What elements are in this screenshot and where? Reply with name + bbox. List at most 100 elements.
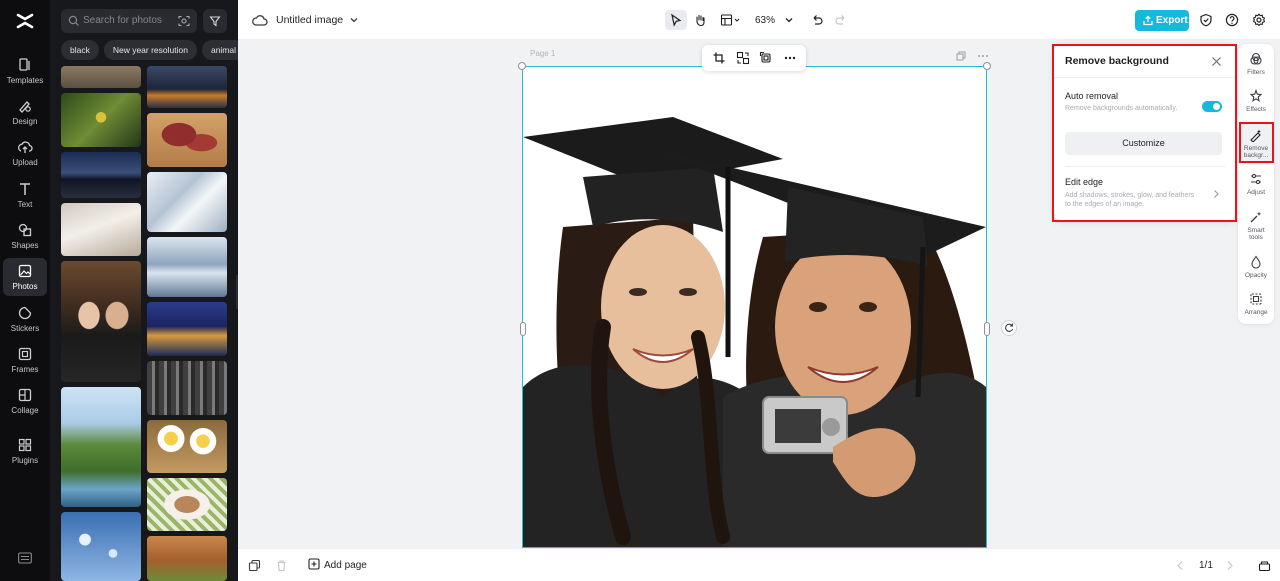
duplicate-icon[interactable]	[248, 559, 261, 572]
photo-thumbnail[interactable]	[147, 113, 227, 167]
replace-image-icon[interactable]	[736, 51, 750, 65]
add-page-button[interactable]: Add page	[308, 558, 367, 571]
rail-item-frames[interactable]: Frames	[3, 341, 47, 379]
resize-handle-top-right[interactable]	[983, 62, 991, 70]
shield-icon[interactable]	[1199, 13, 1213, 27]
highlight-box-remove-background-tool	[1239, 122, 1274, 163]
filter-icon	[209, 16, 221, 27]
chip-new-year-resolution[interactable]: New year resolution	[103, 40, 197, 60]
photo-thumbnail[interactable]	[61, 152, 141, 198]
crop-icon[interactable]	[712, 51, 726, 65]
export-button[interactable]: Export	[1135, 10, 1189, 31]
stickers-icon	[18, 306, 32, 320]
templates-icon	[19, 58, 30, 71]
photo-thumbnail[interactable]	[61, 261, 141, 382]
tool-effects[interactable]: Effects	[1238, 89, 1274, 113]
add-page-icon	[308, 558, 320, 570]
photo-thumbnail[interactable]	[147, 361, 227, 415]
photo-thumbnail[interactable]	[61, 66, 141, 88]
photos-icon	[18, 264, 32, 278]
resize-handle-top-left[interactable]	[518, 62, 526, 70]
undo-icon[interactable]	[810, 13, 824, 27]
page-label: Page 1	[530, 49, 556, 58]
photo-thumbnail[interactable]	[147, 237, 227, 297]
design-icon	[19, 101, 31, 113]
zoom-level[interactable]: 63%	[755, 15, 775, 26]
app-logo[interactable]	[14, 10, 36, 32]
rail-label: Photos	[12, 282, 38, 291]
chip-black[interactable]: black	[61, 40, 99, 60]
hand-icon	[696, 14, 705, 27]
right-toolbar: Filters Effects Remove backgr... Adjust …	[1238, 44, 1274, 324]
photo-thumbnail[interactable]	[147, 172, 227, 232]
rail-item-shapes[interactable]: Shapes	[3, 217, 47, 255]
tool-adjust[interactable]: Adjust	[1238, 172, 1274, 196]
photo-thumbnail[interactable]	[147, 536, 227, 581]
tool-label: Filters	[1247, 69, 1265, 76]
adjust-icon	[1251, 173, 1261, 185]
next-page-icon[interactable]	[1223, 559, 1236, 572]
tool-filters[interactable]: Filters	[1238, 52, 1274, 76]
more-options-icon[interactable]	[783, 51, 797, 65]
rail-item-collage[interactable]: Collage	[3, 382, 47, 420]
chevron-down-icon[interactable]	[349, 15, 359, 25]
highlight-box-remove-background-panel	[1052, 44, 1237, 222]
photo-thumbnail[interactable]	[61, 93, 141, 147]
copy-style-icon[interactable]	[759, 51, 773, 65]
hand-tool-button[interactable]	[689, 10, 711, 30]
top-bar: Untitled image 63% Export	[238, 0, 1280, 40]
tool-opacity[interactable]: Opacity	[1238, 255, 1274, 279]
resize-handle-left[interactable]	[520, 322, 526, 336]
keyboard-icon[interactable]	[18, 552, 32, 564]
tool-arrange[interactable]: Arrange	[1238, 292, 1274, 316]
artboard[interactable]	[522, 66, 987, 548]
text-icon	[20, 183, 30, 195]
chip-animal[interactable]: animal	[201, 40, 238, 60]
rail-item-upload[interactable]: Upload	[3, 134, 47, 172]
tool-smart-tools[interactable]: Smart tools	[1238, 210, 1274, 241]
rail-label: Shapes	[11, 241, 39, 250]
zoom-chevron-down-icon[interactable]	[784, 15, 794, 25]
left-rail: Templates Design Upload Text Shapes Phot…	[0, 0, 50, 581]
search-row: Search for photos	[61, 9, 238, 33]
resize-handle-right[interactable]	[984, 322, 990, 336]
redo-icon[interactable]	[834, 13, 848, 27]
photo-thumbnail[interactable]	[61, 512, 141, 581]
export-icon	[1143, 15, 1153, 26]
arrange-icon	[1250, 293, 1262, 305]
filter-button[interactable]	[203, 9, 227, 33]
more-page-options-icon[interactable]	[977, 51, 989, 61]
rail-item-text[interactable]: Text	[3, 176, 47, 214]
graduates-photo[interactable]	[523, 67, 986, 547]
rail-item-plugins[interactable]: Plugins	[3, 432, 47, 470]
photo-thumbnail[interactable]	[147, 302, 227, 356]
document-title[interactable]: Untitled image	[276, 14, 343, 26]
photo-thumbnail[interactable]	[147, 478, 227, 531]
rail-label: Templates	[6, 76, 44, 85]
cloud-icon[interactable]	[252, 13, 268, 27]
opacity-icon	[1251, 255, 1261, 269]
page-manager-icon[interactable]	[1258, 559, 1271, 572]
rail-item-photos[interactable]: Photos	[3, 258, 47, 296]
search-input[interactable]: Search for photos	[61, 9, 197, 33]
rail-item-templates[interactable]: Templates	[3, 52, 47, 90]
delete-page-icon[interactable]	[275, 559, 288, 572]
photo-thumbnail[interactable]	[61, 203, 141, 256]
duplicate-page-icon[interactable]	[956, 51, 966, 61]
select-tool-button[interactable]	[665, 10, 687, 30]
layout-menu-button[interactable]	[716, 10, 744, 30]
previous-page-icon[interactable]	[1174, 559, 1187, 572]
photo-thumbnail[interactable]	[61, 387, 141, 507]
settings-gear-icon[interactable]	[1252, 13, 1266, 27]
help-icon[interactable]	[1225, 13, 1239, 27]
rotate-handle[interactable]	[1001, 320, 1017, 336]
photo-thumbnail[interactable]	[147, 66, 227, 108]
rail-item-design[interactable]: Design	[3, 93, 47, 131]
photo-thumbnail[interactable]	[147, 420, 227, 473]
bottom-bar: Add page 1/1	[238, 548, 1280, 581]
rail-item-stickers[interactable]: Stickers	[3, 300, 47, 338]
search-chips: black New year resolution animal	[61, 40, 238, 60]
rail-label: Stickers	[10, 324, 40, 333]
image-search-icon[interactable]	[177, 14, 191, 28]
tool-label: Adjust	[1246, 189, 1266, 196]
